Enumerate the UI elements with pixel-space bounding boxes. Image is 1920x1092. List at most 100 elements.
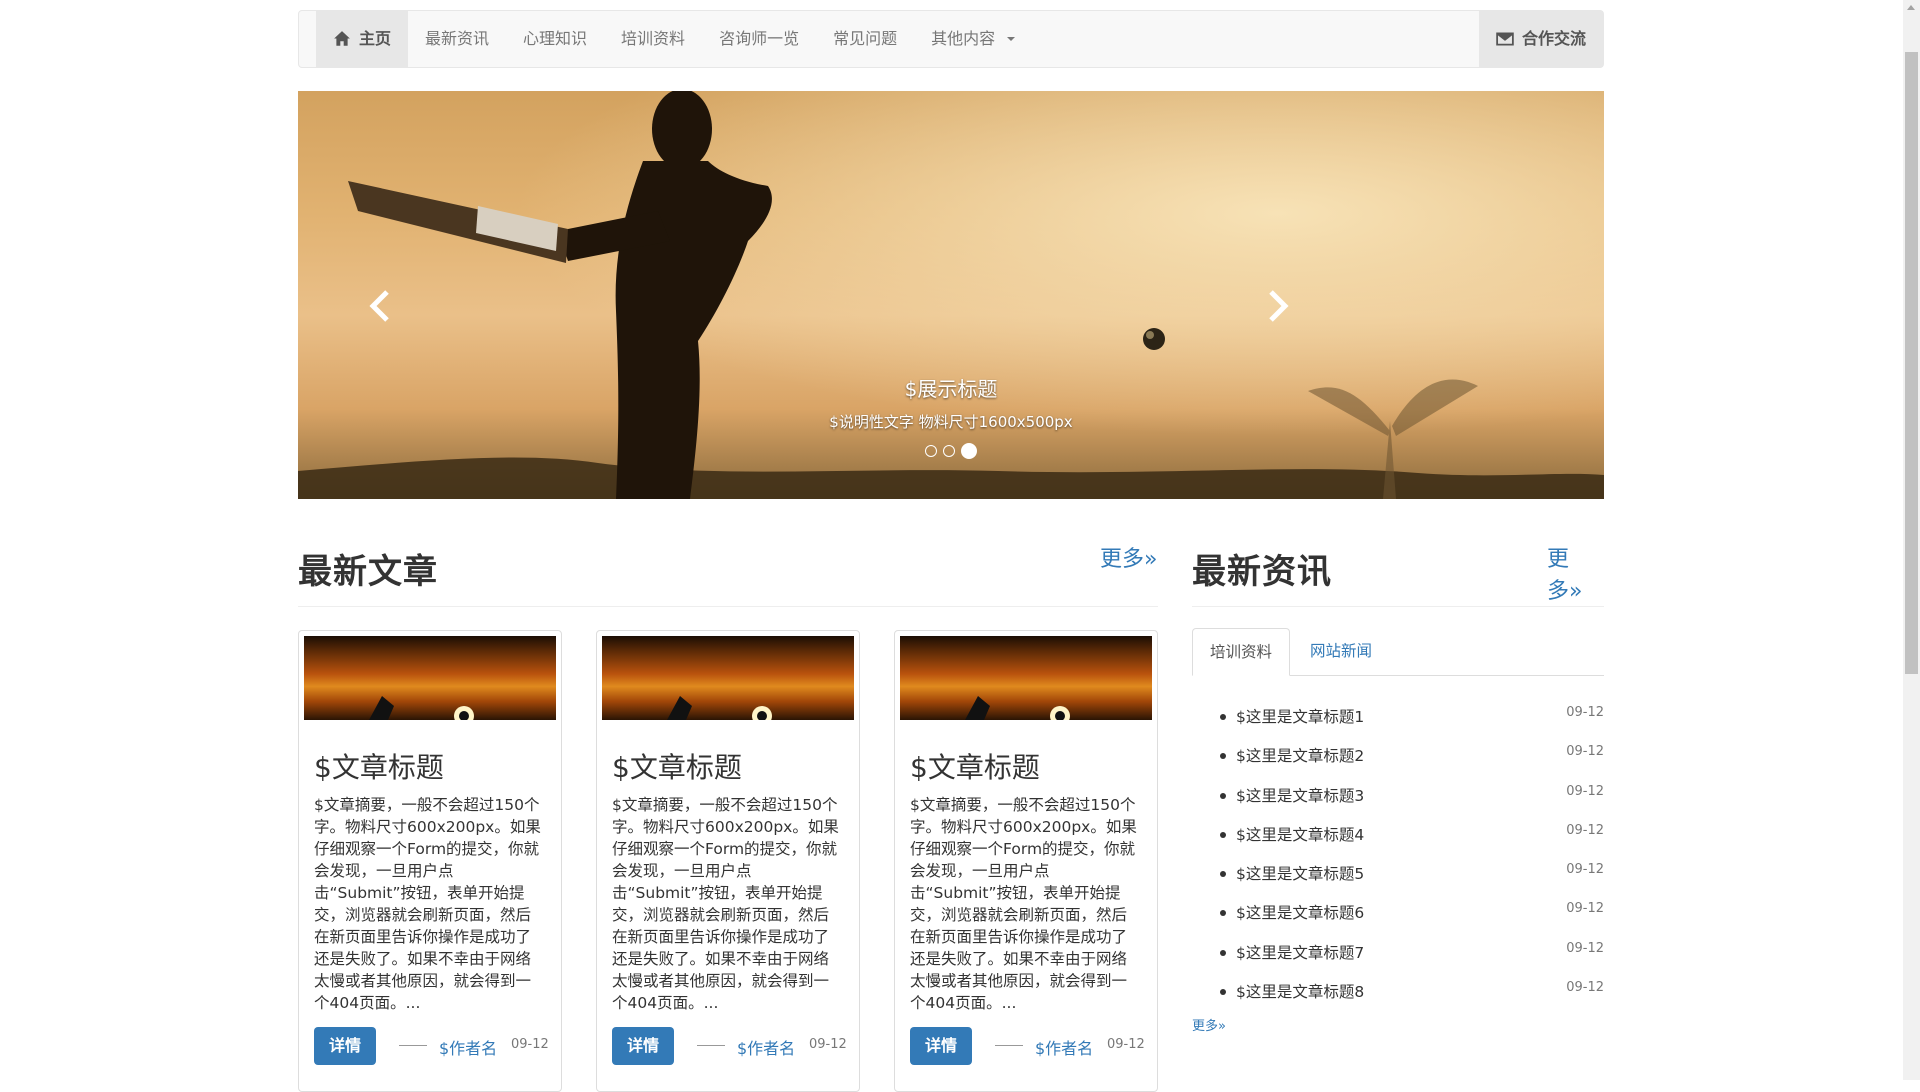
list-item: $这里是文章标题1 09-12: [1192, 700, 1604, 739]
list-item: $这里是文章标题7 09-12: [1192, 936, 1604, 975]
news-date: 09-12: [1566, 744, 1604, 760]
carousel-prev-button[interactable]: [350, 276, 410, 336]
author-separator: [995, 1045, 1023, 1046]
news-title-link[interactable]: $这里是文章标题6: [1236, 901, 1364, 923]
news-date: 09-12: [1566, 940, 1604, 956]
article-card: $文章标题 $文章摘要，一般不会超过150个字。物料尺寸600x200px。如果…: [596, 630, 860, 1092]
carousel-title: $展示标题: [904, 377, 998, 401]
chevron-right-icon: [1269, 290, 1289, 322]
scroll-up-arrow-icon[interactable]: [1907, 5, 1915, 10]
article-thumbnail: [900, 636, 1152, 720]
news-list-more-link[interactable]: 更多»: [1192, 1015, 1226, 1034]
carousel-next-button[interactable]: [1248, 276, 1308, 336]
envelope-icon: [1496, 32, 1514, 46]
bullet-icon: [1220, 753, 1226, 760]
article-thumbnail: [602, 636, 854, 720]
nav-item-faq[interactable]: 常见问题: [816, 11, 914, 67]
article-title[interactable]: $文章标题: [612, 746, 742, 786]
news-date: 09-12: [1566, 980, 1604, 996]
news-title-link[interactable]: $这里是文章标题3: [1236, 784, 1364, 806]
bullet-icon: [1220, 714, 1226, 720]
news-title-link[interactable]: $这里是文章标题4: [1236, 823, 1364, 845]
home-icon: [334, 31, 350, 46]
article-detail-button[interactable]: 详情: [910, 1027, 972, 1065]
carousel-indicator[interactable]: [925, 445, 937, 457]
news-title-link[interactable]: $这里是文章标题2: [1236, 744, 1364, 766]
article-title[interactable]: $文章标题: [910, 746, 1040, 786]
tab-training[interactable]: 培训资料: [1192, 628, 1291, 676]
news-divider: [1192, 606, 1604, 607]
hero-carousel[interactable]: $展示标题 $说明性文字 物料尺寸1600x500px: [298, 91, 1604, 499]
news-title-link[interactable]: $这里是文章标题5: [1236, 862, 1364, 884]
tab-site-news[interactable]: 网站新闻: [1293, 628, 1389, 674]
news-title-link[interactable]: $这里是文章标题1: [1236, 705, 1364, 727]
list-item: $这里是文章标题2 09-12: [1192, 739, 1604, 778]
nav-item-news[interactable]: 最新资讯: [408, 11, 506, 67]
article-thumbnail: [304, 636, 556, 720]
bullet-icon: [1220, 831, 1226, 838]
nav-item-label: 最新资讯: [425, 29, 490, 48]
article-detail-button[interactable]: 详情: [612, 1027, 674, 1065]
list-item: $这里是文章标题6 09-12: [1192, 896, 1604, 935]
nav-item-more-dropdown[interactable]: 其他内容: [914, 11, 1032, 67]
hero-image: [298, 91, 1604, 499]
nav-item-psychology[interactable]: 心理知识: [506, 11, 604, 67]
nav-item-label: 咨询师一览: [719, 29, 800, 48]
news-date: 09-12: [1566, 783, 1604, 799]
scrollbar-thumb[interactable]: [1905, 52, 1918, 674]
article-detail-button[interactable]: 详情: [314, 1027, 376, 1065]
top-navbar: 主页 最新资讯 心理知识 培训资料 咨询师一览 常见问题 其他内容 合作交流: [298, 10, 1604, 68]
news-title-link[interactable]: $这里是文章标题7: [1236, 941, 1364, 963]
article-summary: $文章摘要，一般不会超过150个字。物料尺寸600x200px。如果仔细观察一个…: [612, 796, 839, 1012]
news-tabs: 培训资料 网站新闻: [1192, 628, 1604, 676]
list-item: $这里是文章标题4 09-12: [1192, 818, 1604, 857]
news-more-link[interactable]: 更多»: [1547, 541, 1604, 605]
news-date: 09-12: [1566, 705, 1604, 720]
article-title[interactable]: $文章标题: [314, 746, 444, 786]
news-heading: 最新资讯: [1192, 552, 1332, 592]
news-title-link[interactable]: $这里是文章标题8: [1236, 980, 1364, 1002]
article-date: 09-12: [1107, 1037, 1145, 1052]
article-date: 09-12: [809, 1037, 847, 1052]
news-date: 09-12: [1566, 901, 1604, 917]
bullet-icon: [1220, 949, 1226, 956]
article-card: $文章标题 $文章摘要，一般不会超过150个字。物料尺寸600x200px。如果…: [298, 630, 562, 1092]
nav-right: 合作交流: [1478, 11, 1603, 67]
nav-item-label: 心理知识: [523, 29, 588, 48]
nav-item-label: 常见问题: [833, 29, 898, 48]
article-summary: $文章摘要，一般不会超过150个字。物料尺寸600x200px。如果仔细观察一个…: [314, 796, 541, 1012]
carousel-indicator[interactable]: [943, 445, 955, 457]
nav-menu: 主页 最新资讯 心理知识 培训资料 咨询师一览 常见问题 其他内容: [316, 11, 1032, 67]
nav-item-label: 合作交流: [1521, 29, 1586, 48]
nav-item-label: 培训资料: [621, 29, 686, 48]
carousel-indicators: [298, 443, 1604, 459]
nav-item-label: 其他内容: [931, 29, 996, 48]
list-item: $这里是文章标题8 09-12: [1192, 975, 1604, 1014]
article-card: $文章标题 $文章摘要，一般不会超过150个字。物料尺寸600x200px。如果…: [894, 630, 1158, 1092]
articles-heading: 最新文章: [298, 552, 438, 592]
carousel-caption: $说明性文字 物料尺寸1600x500px: [829, 413, 1073, 431]
nav-item-cooperation[interactable]: 合作交流: [1478, 11, 1603, 67]
list-item: $这里是文章标题5 09-12: [1192, 857, 1604, 896]
news-list: $这里是文章标题1 09-12 $这里是文章标题2 09-12 $这里是文章标题…: [1192, 700, 1604, 1014]
page-scrollbar[interactable]: [1903, 0, 1920, 1080]
bullet-icon: [1220, 871, 1226, 878]
article-summary: $文章摘要，一般不会超过150个字。物料尺寸600x200px。如果仔细观察一个…: [910, 796, 1137, 1012]
news-date: 09-12: [1566, 862, 1604, 878]
news-date: 09-12: [1566, 822, 1604, 838]
list-item: $这里是文章标题3 09-12: [1192, 779, 1604, 818]
nav-item-home[interactable]: 主页: [316, 11, 409, 67]
caret-down-icon: [1007, 37, 1016, 41]
articles-more-link[interactable]: 更多»: [1100, 541, 1157, 573]
article-author-link[interactable]: $作者名: [1035, 1035, 1093, 1059]
carousel-indicator-active[interactable]: [961, 443, 977, 459]
article-author-link[interactable]: $作者名: [737, 1035, 795, 1059]
articles-divider: [298, 606, 1158, 607]
article-author-link[interactable]: $作者名: [439, 1035, 497, 1059]
author-separator: [399, 1045, 427, 1046]
bullet-icon: [1220, 989, 1226, 996]
nav-item-training[interactable]: 培训资料: [604, 11, 702, 67]
nav-item-counselors[interactable]: 咨询师一览: [702, 11, 816, 67]
article-date: 09-12: [511, 1037, 549, 1052]
chevron-left-icon: [369, 290, 389, 322]
